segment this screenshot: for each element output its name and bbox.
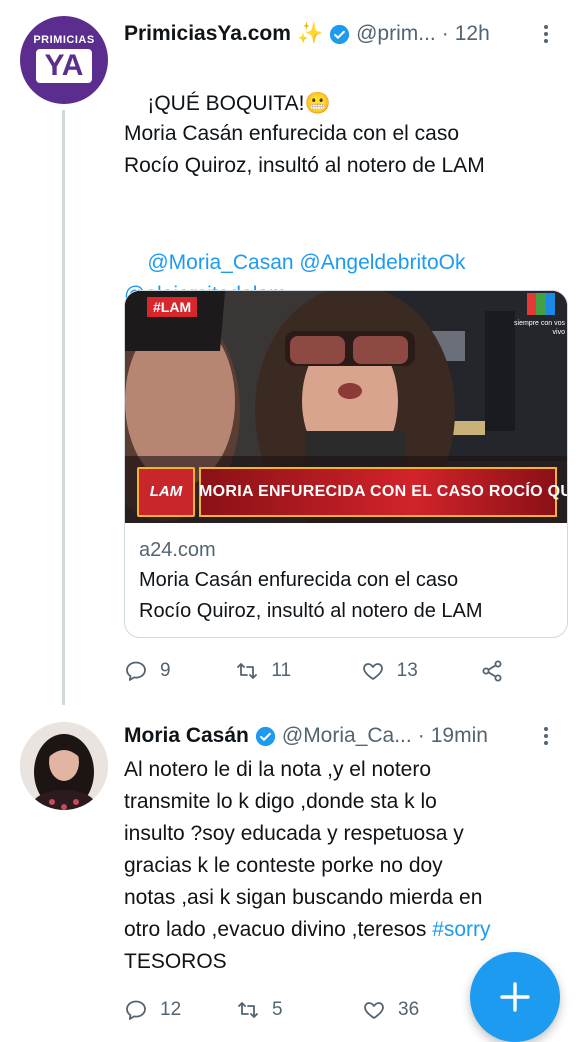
more-icon[interactable] (536, 20, 556, 48)
reply-count: 12 (160, 999, 182, 1020)
tweet-text-main: Al notero le di la nota ,y el notero tra… (124, 758, 483, 941)
like-icon (364, 1002, 384, 1019)
tweet-actions: 12 5 36 (124, 992, 504, 1028)
retweet-button[interactable]: 11 (235, 659, 360, 683)
mention-angeldebrito[interactable]: @AngeldebritoOk (299, 251, 465, 274)
like-count: 36 (398, 999, 420, 1020)
avatar-column: PRIMICIAS YA (20, 16, 108, 104)
share-button[interactable] (480, 659, 504, 683)
tweet-header: Moria Casán @Moria_Ca... · 19min (124, 720, 556, 752)
compose-plus-icon (500, 982, 530, 1012)
card-title: Moria Casán enfurecida con el caso Rocío… (139, 569, 483, 622)
retweet-count: 5 (272, 999, 283, 1020)
more-icon[interactable] (536, 722, 556, 750)
hashtag-sorry[interactable]: #sorry (432, 918, 490, 941)
like-icon (362, 663, 383, 680)
avatar-label-ya: YA (44, 49, 84, 82)
retweet-button[interactable]: 5 (236, 998, 362, 1022)
tweet-text: Al notero le di la nota ,y el notero tra… (124, 754, 556, 978)
avatar-label-primicias: PRIMICIAS (33, 34, 95, 46)
like-count: 13 (396, 660, 418, 681)
tweet-actions: 9 11 13 (124, 653, 504, 689)
avatar[interactable] (20, 722, 108, 810)
reply-icon (126, 1000, 146, 1020)
avatar[interactable]: PRIMICIAS YA (20, 16, 108, 104)
reply-button[interactable]: 9 (124, 659, 235, 683)
author-name[interactable]: Moria Casán (124, 724, 249, 748)
lam-logo-text: LAM (149, 483, 183, 500)
tweet-time[interactable]: 12h (455, 22, 490, 46)
link-card[interactable]: #LAM siempre con vos vivo LAM MORIA ENFU… (124, 290, 568, 638)
avatar-portrait (20, 722, 108, 810)
separator-dot: · (417, 724, 425, 747)
verified-icon (255, 726, 276, 747)
tweet-text-end: TESOROS (124, 950, 227, 973)
verified-icon (329, 24, 350, 45)
tweet-body: Moria Casán enfurecida con el caso Rocío… (124, 122, 485, 177)
tweet-header: PrimiciasYa.com ✨ @prim... · 12h (124, 18, 556, 50)
card-badge-lam: #LAM (147, 297, 198, 317)
mention-moria[interactable]: @Moria_Casan (147, 251, 293, 274)
tweet-primiciasya[interactable]: PRIMICIAS YA PrimiciasYa.com ✨ @prim... … (0, 0, 576, 710)
author-name[interactable]: PrimiciasYa.com (124, 22, 291, 46)
retweet-icon (238, 1002, 258, 1018)
tweet-time[interactable]: 19min (431, 724, 488, 748)
reply-button[interactable]: 12 (124, 998, 236, 1022)
like-button[interactable]: 13 (361, 659, 480, 683)
separator-dot: · (441, 22, 449, 45)
share-icon (482, 660, 502, 682)
channel-caption: siempre con vos vivo (514, 320, 565, 336)
reply-count: 9 (160, 660, 171, 681)
grimace-emoji: 😬 (304, 92, 331, 115)
avatar-column (20, 722, 108, 810)
compose-button[interactable] (470, 952, 560, 1042)
news-banner-text: MORIA ENFURECIDA CON EL CASO ROCÍO QUIRO… (199, 483, 567, 500)
author-handle[interactable]: @Moria_Ca... (282, 724, 412, 748)
retweet-count: 11 (271, 660, 292, 681)
card-domain: a24.com (139, 539, 216, 561)
author-handle[interactable]: @prim... (356, 22, 436, 46)
retweet-icon (237, 663, 258, 679)
like-button[interactable]: 36 (362, 998, 482, 1022)
channel-logo (527, 293, 555, 315)
tweet-first-line: ¡QUÉ BOQUITA! (147, 92, 305, 115)
reply-icon (126, 661, 146, 681)
sparkle-emoji: ✨ (296, 22, 324, 45)
card-meta: a24.com Moria Casán enfurecida con el ca… (139, 535, 557, 627)
card-image[interactable]: #LAM siempre con vos vivo LAM MORIA ENFU… (125, 291, 567, 523)
